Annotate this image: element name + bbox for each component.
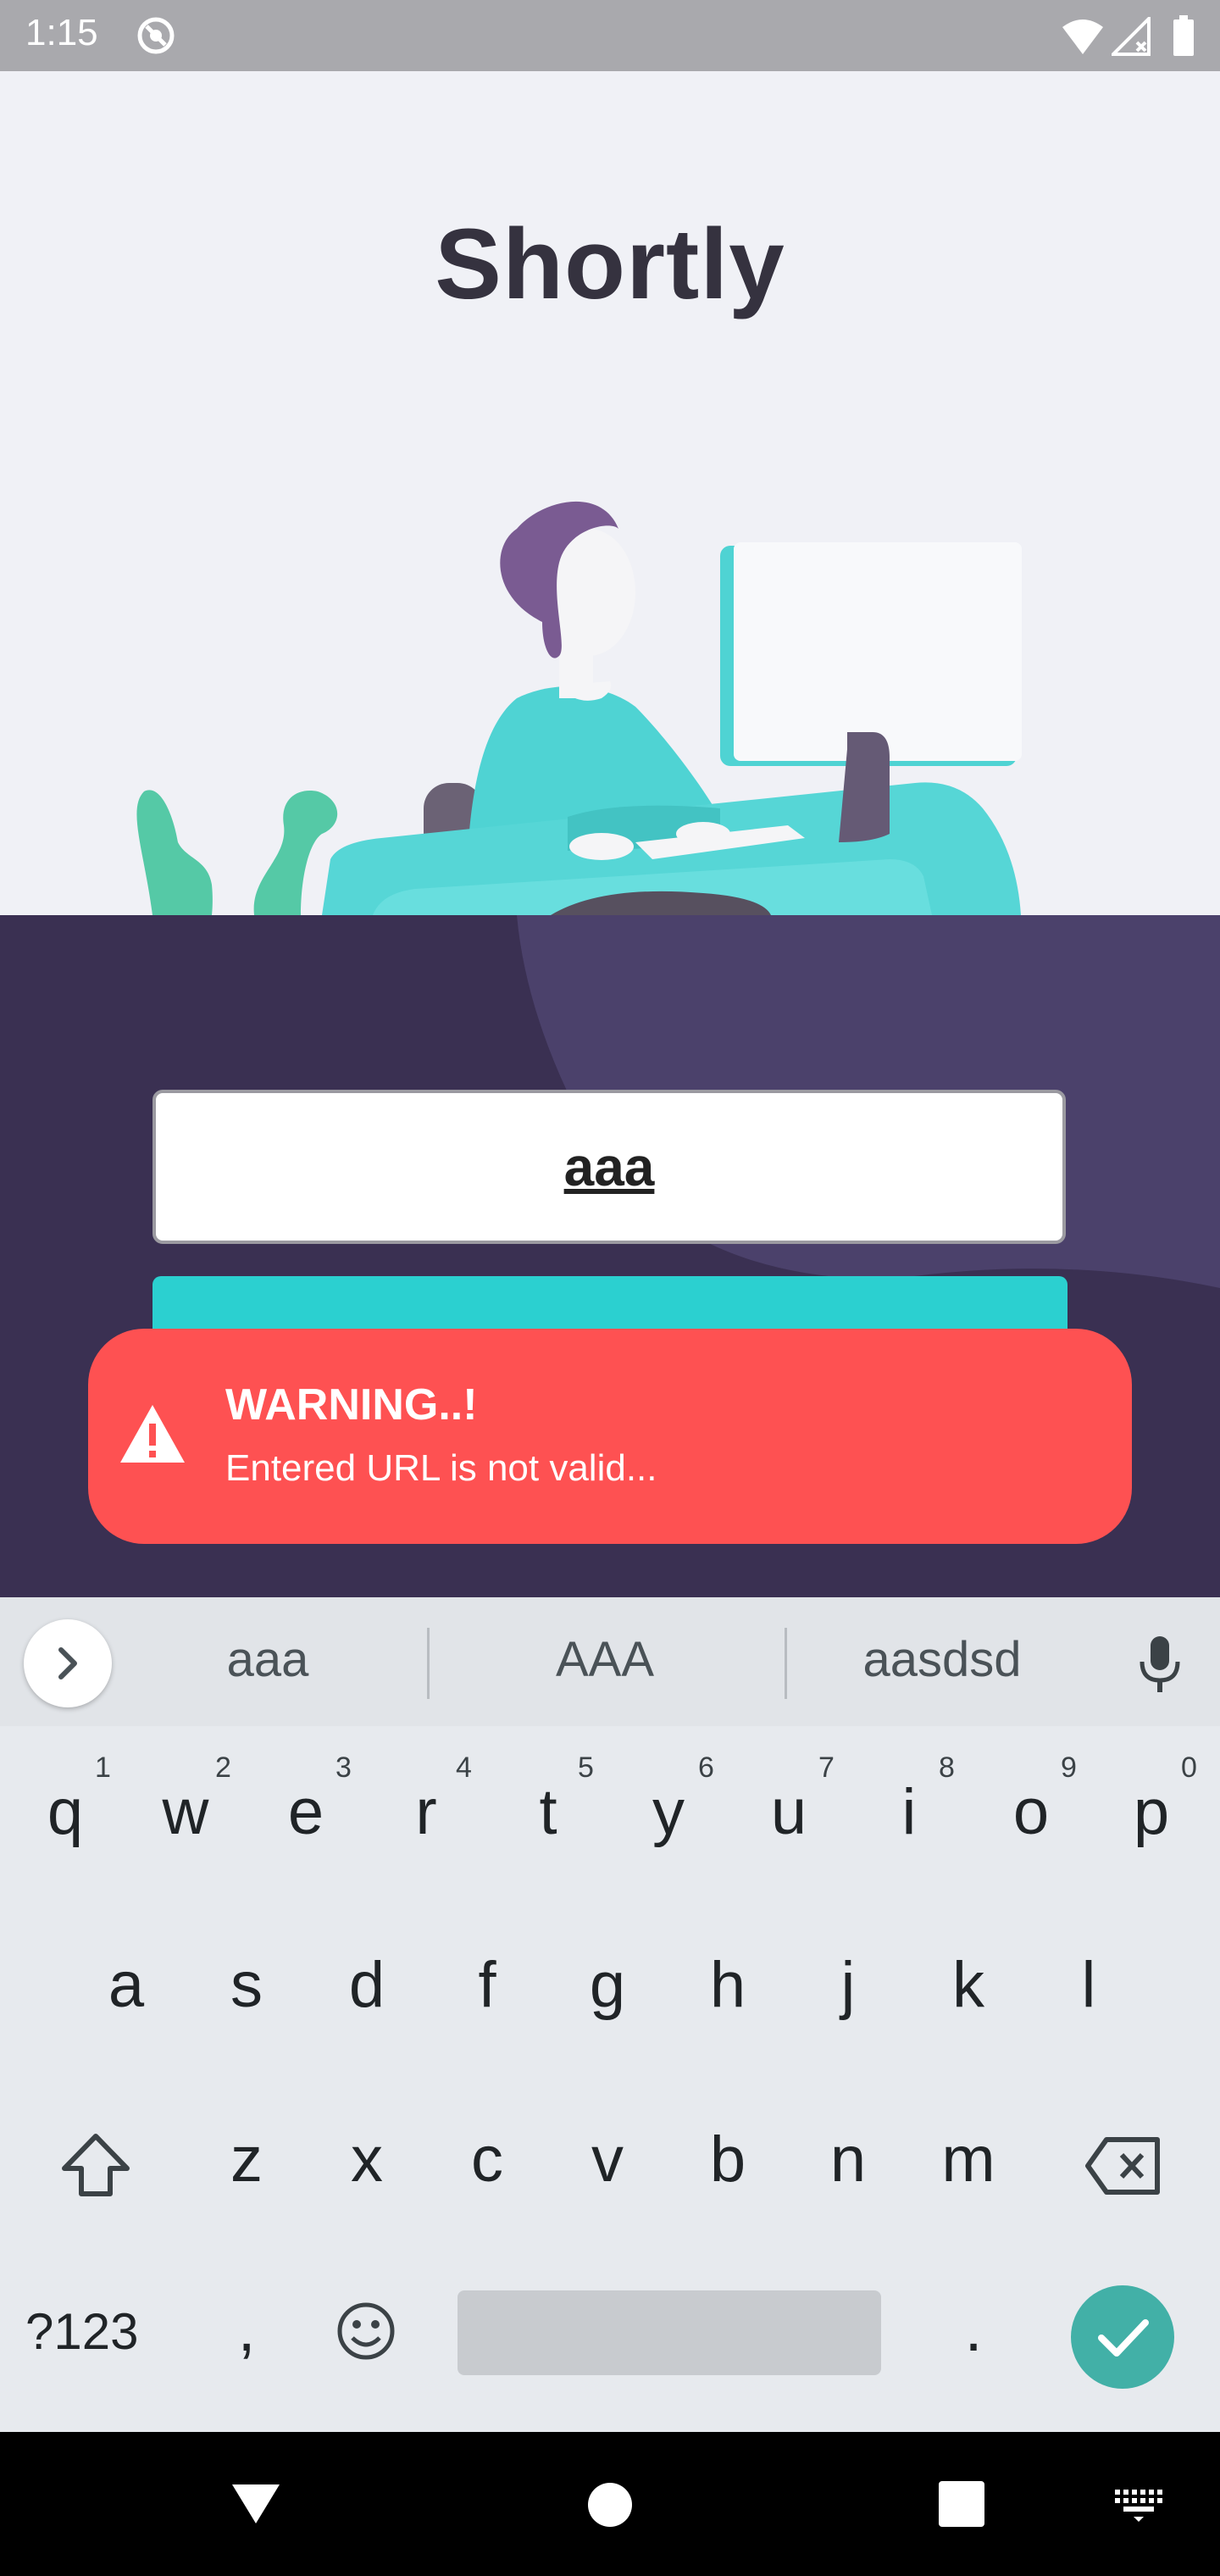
- key-k[interactable]: k: [913, 1948, 1023, 2022]
- warning-icon: [120, 1405, 185, 1463]
- key-d[interactable]: d: [312, 1948, 422, 2022]
- suggestion-divider: [427, 1628, 430, 1699]
- key-m[interactable]: m: [913, 2123, 1023, 2196]
- soft-keyboard: aaa AAA aasdsd q 1 w 2 e 3 r 4 t 5 y 6 u…: [0, 1597, 1220, 2432]
- toast-message: Entered URL is not valid...: [225, 1447, 657, 1489]
- symbols-key[interactable]: ?123: [25, 2302, 138, 2361]
- key-hint: 3: [336, 1752, 352, 1784]
- key-hint: 2: [215, 1752, 231, 1784]
- working-illustration: [136, 501, 1022, 915]
- key-hint: 0: [1181, 1752, 1197, 1784]
- key-f[interactable]: f: [432, 1948, 542, 2022]
- key-t[interactable]: t: [493, 1775, 603, 1849]
- suggestion-strip: aaa AAA aasdsd: [0, 1597, 1220, 1726]
- key-o[interactable]: o: [976, 1775, 1086, 1849]
- suggestion-1[interactable]: aaa: [98, 1631, 437, 1688]
- key-r[interactable]: r: [371, 1775, 481, 1849]
- key-w[interactable]: w: [130, 1775, 241, 1849]
- signal-icon: [1112, 17, 1151, 56]
- navigation-bar: [0, 2432, 1220, 2576]
- space-key[interactable]: [458, 2290, 881, 2375]
- url-input[interactable]: aaa: [152, 1090, 1066, 1244]
- key-q[interactable]: q: [10, 1775, 120, 1849]
- keyboard-switch-icon[interactable]: [1113, 2484, 1164, 2522]
- key-hint: 7: [818, 1752, 835, 1784]
- emoji-icon[interactable]: [336, 2301, 396, 2362]
- key-v[interactable]: v: [552, 2123, 663, 2196]
- key-hint: 4: [456, 1752, 472, 1784]
- key-j[interactable]: j: [793, 1948, 903, 2022]
- shift-icon[interactable]: [59, 2131, 132, 2199]
- key-e[interactable]: e: [251, 1775, 361, 1849]
- recents-icon[interactable]: [939, 2481, 984, 2527]
- key-u[interactable]: u: [734, 1775, 844, 1849]
- home-icon[interactable]: [586, 2481, 634, 2529]
- hero-section: Shortly: [0, 71, 1220, 915]
- app-title: Shortly: [435, 208, 785, 320]
- status-time: 1:15: [25, 12, 98, 53]
- key-b[interactable]: b: [673, 2123, 783, 2196]
- enter-key[interactable]: [1071, 2285, 1174, 2389]
- key-c[interactable]: c: [432, 2123, 542, 2196]
- key-y[interactable]: y: [613, 1775, 724, 1849]
- key-hint: 8: [939, 1752, 955, 1784]
- back-icon[interactable]: [230, 2481, 281, 2525]
- key-comma[interactable]: ,: [191, 2292, 302, 2366]
- suggestion-3[interactable]: aasdsd: [773, 1631, 1112, 1688]
- key-hint: 6: [698, 1752, 714, 1784]
- key-a[interactable]: a: [71, 1948, 181, 2022]
- key-z[interactable]: z: [191, 2123, 302, 2196]
- key-period[interactable]: .: [918, 2292, 1029, 2366]
- key-h[interactable]: h: [673, 1948, 783, 2022]
- url-input-value: aaa: [563, 1136, 655, 1197]
- dnd-icon: [137, 17, 175, 54]
- mic-icon[interactable]: [1135, 1635, 1184, 1694]
- key-n[interactable]: n: [793, 2123, 903, 2196]
- key-x[interactable]: x: [312, 2123, 422, 2196]
- key-hint: 5: [578, 1752, 594, 1784]
- checkmark-icon: [1098, 2319, 1149, 2357]
- battery-icon: [1173, 15, 1194, 56]
- key-hint: 9: [1061, 1752, 1077, 1784]
- key-g[interactable]: g: [552, 1948, 663, 2022]
- key-hint: 1: [95, 1752, 111, 1784]
- key-l[interactable]: l: [1034, 1948, 1144, 2022]
- wifi-icon: [1062, 19, 1103, 54]
- warning-toast: WARNING..! Entered URL is not valid...: [88, 1329, 1132, 1544]
- key-p[interactable]: p: [1096, 1775, 1206, 1849]
- suggestion-2[interactable]: AAA: [435, 1631, 774, 1688]
- backspace-icon[interactable]: [1084, 2136, 1162, 2196]
- status-bar: 1:15: [0, 0, 1220, 71]
- key-i[interactable]: i: [854, 1775, 964, 1849]
- toast-title: WARNING..!: [225, 1380, 478, 1430]
- key-s[interactable]: s: [191, 1948, 302, 2022]
